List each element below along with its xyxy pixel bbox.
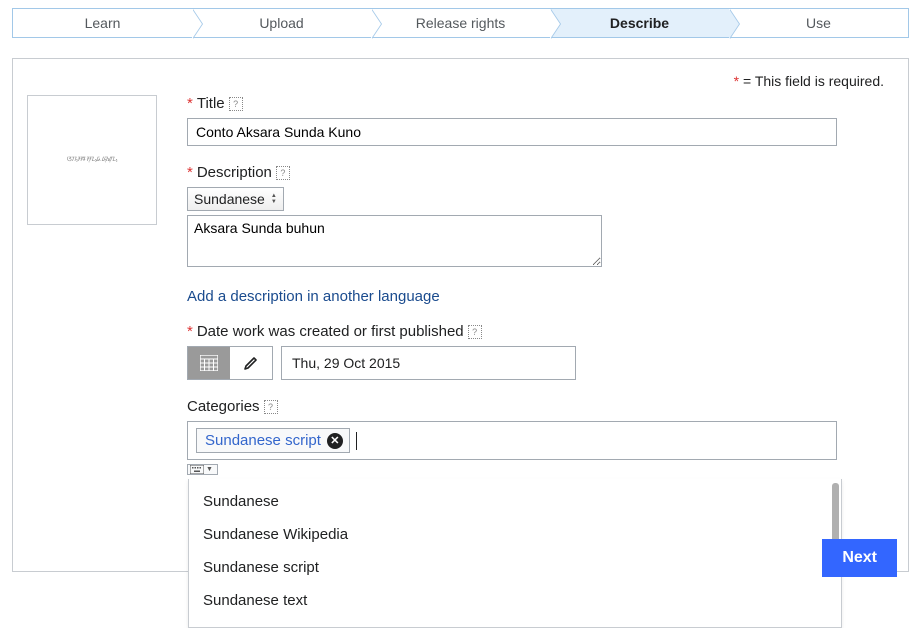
categories-label: Categories	[187, 398, 260, 415]
required-field-note: * = This field is required.	[27, 73, 884, 89]
suggestion-item[interactable]: Sundanese	[189, 485, 841, 518]
required-star: *	[187, 323, 193, 340]
wizard-step-upload[interactable]: Upload	[192, 9, 371, 37]
wizard-step-learn[interactable]: Learn	[13, 9, 192, 37]
keyboard-icon	[190, 465, 204, 474]
next-button[interactable]: Next	[822, 539, 897, 577]
title-field: *Title ?	[187, 95, 884, 146]
required-star: *	[187, 95, 193, 112]
remove-tag-button[interactable]: ✕	[327, 433, 343, 449]
dropdown-arrows-icon: ▲▼	[271, 193, 277, 205]
date-field: *Date work was created or first publishe…	[187, 323, 884, 380]
title-label: Title	[197, 95, 225, 112]
categories-input[interactable]: Sundanese script ✕	[187, 421, 837, 460]
describe-panel: * = This field is required. ᮃᮊ᮪ᮞᮛ ᮞᮥᮔ᮪ᮓ …	[12, 58, 909, 572]
suggestion-item[interactable]: Sundanese Wikipedia	[189, 518, 841, 551]
category-suggestions: Sundanese Sundanese Wikipedia Sundanese …	[188, 479, 842, 628]
language-value: Sundanese	[194, 191, 265, 207]
add-language-link[interactable]: Add a description in another language	[187, 288, 440, 305]
wizard-step-describe[interactable]: Describe	[550, 9, 729, 37]
help-icon[interactable]: ?	[264, 400, 278, 414]
text-cursor	[356, 432, 357, 450]
calendar-icon	[200, 355, 218, 371]
wizard-step-release-rights[interactable]: Release rights	[371, 9, 550, 37]
date-label: Date work was created or first published	[197, 323, 464, 340]
categories-field: Categories ? Sundanese script ✕	[187, 398, 884, 477]
description-label: Description	[197, 164, 272, 181]
suggestion-item[interactable]: Sundanese text	[189, 584, 841, 617]
category-tag-label[interactable]: Sundanese script	[205, 432, 321, 449]
help-icon[interactable]: ?	[229, 97, 243, 111]
suggestion-item[interactable]: Sundanese script	[189, 551, 841, 584]
keyboard-toggle[interactable]: ▼	[187, 464, 218, 475]
edit-mode-button[interactable]	[230, 347, 272, 379]
help-icon[interactable]: ?	[276, 166, 290, 180]
category-tag: Sundanese script ✕	[196, 428, 350, 453]
required-star: *	[187, 164, 193, 181]
help-icon[interactable]: ?	[468, 325, 482, 339]
wizard-step-use[interactable]: Use	[729, 9, 908, 37]
description-language-select[interactable]: Sundanese ▲▼	[187, 187, 284, 211]
title-input[interactable]	[187, 118, 837, 146]
chevron-down-icon: ▼	[206, 466, 213, 473]
date-mode-toggle	[187, 346, 273, 380]
pencil-icon	[243, 355, 259, 371]
upload-thumbnail: ᮃᮊ᮪ᮞᮛ ᮞᮥᮔ᮪ᮓ ᮘᮥᮠᮥᮔ᮪	[27, 95, 157, 225]
calendar-mode-button[interactable]	[188, 347, 230, 379]
date-value: Thu, 29 Oct 2015	[292, 355, 400, 371]
description-textarea[interactable]: Aksara Sunda buhun	[187, 215, 602, 267]
description-field: *Description ? Sundanese ▲▼ Aksara Sunda…	[187, 164, 884, 270]
date-input[interactable]: Thu, 29 Oct 2015	[281, 346, 576, 380]
wizard-nav: Learn Upload Release rights Describe Use	[12, 8, 909, 38]
